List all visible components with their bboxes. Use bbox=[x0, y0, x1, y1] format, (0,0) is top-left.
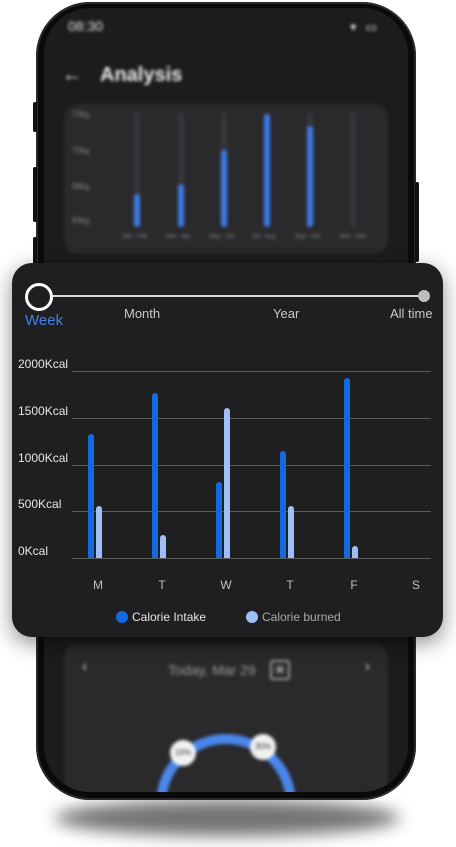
weight-bar bbox=[221, 150, 227, 227]
volume-up-button bbox=[33, 167, 37, 222]
chevron-left-icon[interactable]: ‹ bbox=[82, 658, 87, 676]
intake-bar[interactable] bbox=[344, 377, 350, 558]
y-tick-label: 2000Kcal bbox=[18, 357, 69, 371]
x-label: May - Jun bbox=[209, 234, 236, 240]
legend-intake-label: Calorie Intake bbox=[132, 610, 207, 624]
power-button bbox=[415, 182, 419, 262]
gridline bbox=[72, 371, 431, 372]
phone-shadow bbox=[55, 800, 400, 836]
status-time: 08:30 bbox=[68, 18, 104, 34]
gridline bbox=[72, 464, 431, 466]
y-tick-label: 500Kcal bbox=[18, 497, 62, 512]
daily-progress-card: ‹ Today, Mar 29 ▣ › 10% 30% bbox=[64, 644, 388, 792]
x-tick-label: T bbox=[286, 578, 294, 592]
gridline bbox=[72, 558, 431, 559]
gridline bbox=[72, 511, 431, 513]
intake-bar[interactable] bbox=[280, 451, 286, 558]
period-option-year[interactable]: Year bbox=[273, 306, 299, 321]
weight-chart-card: 72kg 70kg 68kg 64kg Jan - Feb Mar - Apr … bbox=[64, 104, 388, 254]
gridline bbox=[72, 417, 431, 419]
intake-bar[interactable] bbox=[216, 482, 222, 558]
burned-bar[interactable] bbox=[160, 534, 166, 558]
x-tick-label: W bbox=[220, 578, 232, 592]
period-option-all-time[interactable]: All time bbox=[390, 306, 433, 321]
x-tick-label: M bbox=[93, 578, 103, 592]
burned-bar[interactable] bbox=[288, 505, 294, 558]
burned-bar[interactable] bbox=[224, 408, 230, 558]
y-label: 72kg bbox=[72, 110, 90, 119]
y-tick-label: 0Kcal bbox=[18, 544, 49, 558]
burned-bar[interactable] bbox=[96, 505, 102, 558]
x-label: Mar - Apr bbox=[166, 234, 191, 240]
legend-burned-dot bbox=[246, 611, 258, 623]
bar-track bbox=[350, 112, 356, 227]
weight-bar bbox=[134, 194, 140, 227]
y-tick-label: 1500Kcal bbox=[18, 403, 69, 418]
period-slider-track[interactable] bbox=[52, 295, 424, 297]
x-label: Jan - Feb bbox=[122, 234, 148, 240]
legend-burned-label: Calorie burned bbox=[262, 610, 341, 624]
page-header: ← Analysis bbox=[62, 64, 182, 87]
period-slider-end-dot[interactable] bbox=[418, 290, 430, 302]
chevron-right-icon[interactable]: › bbox=[365, 658, 370, 676]
weight-bar bbox=[264, 114, 270, 227]
status-icons: ▾ ▭ bbox=[350, 20, 380, 34]
y-label: 64kg bbox=[72, 216, 90, 225]
intake-bar[interactable] bbox=[152, 392, 158, 558]
x-tick-label: T bbox=[158, 578, 166, 592]
burned-bar[interactable] bbox=[352, 545, 358, 558]
x-label: Nov - Dec bbox=[340, 234, 367, 240]
y-tick-label: 1000Kcal bbox=[18, 450, 69, 465]
progress-badge-right: 30% bbox=[250, 734, 276, 760]
side-button bbox=[33, 102, 37, 132]
weight-bar bbox=[307, 126, 313, 227]
calorie-chart-card: Week Month Year All time Calorie Intake … bbox=[12, 263, 443, 637]
x-label: Jul - Aug bbox=[252, 234, 276, 240]
x-label: Sep - Oct bbox=[295, 234, 321, 240]
y-label: 68kg bbox=[72, 182, 90, 191]
legend-intake-dot bbox=[116, 611, 128, 623]
period-option-month[interactable]: Month bbox=[124, 306, 160, 321]
calendar-icon[interactable]: ▣ bbox=[270, 660, 290, 680]
x-tick-label: F bbox=[350, 578, 358, 592]
back-arrow-icon[interactable]: ← bbox=[62, 64, 82, 87]
period-slider-knob[interactable] bbox=[25, 283, 53, 311]
page-title: Analysis bbox=[100, 64, 183, 86]
intake-bar[interactable] bbox=[88, 433, 94, 558]
progress-badge-left: 10% bbox=[170, 740, 196, 766]
x-tick-label: S bbox=[411, 578, 420, 592]
y-label: 70kg bbox=[72, 146, 90, 155]
period-option-week[interactable]: Week bbox=[25, 312, 63, 329]
weight-bar bbox=[178, 184, 184, 227]
date-label: Today, Mar 29 bbox=[168, 662, 256, 678]
